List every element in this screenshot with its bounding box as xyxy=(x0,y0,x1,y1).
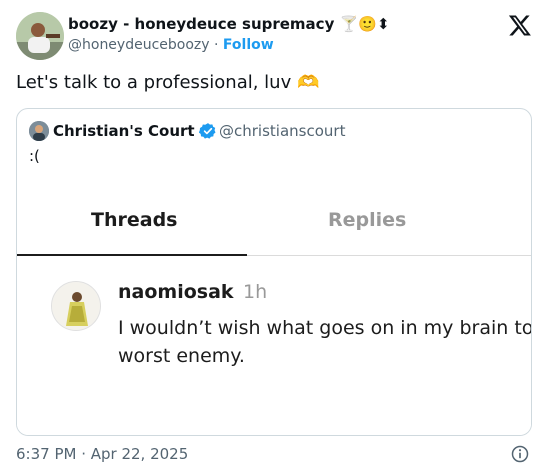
quoted-author-name[interactable]: Christian's Court xyxy=(53,122,195,140)
x-logo-icon[interactable] xyxy=(508,13,532,37)
quoted-author-handle[interactable]: @christianscourt xyxy=(219,122,345,140)
threads-tab-bar: Threads Replies xyxy=(17,171,531,257)
info-icon[interactable] xyxy=(510,444,530,464)
thread-username: naomiosak xyxy=(118,281,234,303)
thread-body: I wouldn’t wish what goes on in my brain… xyxy=(118,317,532,367)
follow-button[interactable]: Follow xyxy=(223,37,274,53)
quoted-media-screenshot[interactable]: Threads Replies naomiosak 1h I wouldn’t … xyxy=(17,171,532,435)
quoted-author-avatar[interactable] xyxy=(29,121,49,141)
active-tab-underline xyxy=(17,254,247,256)
thread-user-avatar xyxy=(51,281,101,331)
tab-threads: Threads xyxy=(91,209,178,231)
author-name-emojis: 🍸🙂⬍ xyxy=(339,15,390,33)
tweet-card: boozy - honeydeuce supremacy 🍸🙂⬍ @honeyd… xyxy=(0,0,548,473)
tab-replies: Replies xyxy=(328,209,407,231)
tweet-text: Let's talk to a professional, luv 🫶 xyxy=(16,72,320,93)
author-avatar[interactable] xyxy=(16,12,64,60)
quoted-text: :( xyxy=(29,147,40,165)
author-display-name[interactable]: boozy - honeydeuce supremacy xyxy=(68,15,334,33)
author-handle-line: @honeydeuceboozy · Follow xyxy=(68,37,274,53)
tab-divider xyxy=(247,255,531,256)
author-name-line[interactable]: boozy - honeydeuce supremacy 🍸🙂⬍ xyxy=(68,15,390,33)
verified-badge-icon xyxy=(199,123,216,139)
handle-separator: · xyxy=(209,37,223,53)
thread-time: 1h xyxy=(243,281,268,303)
quoted-tweet[interactable]: Christian's Court @christianscourt :( Th… xyxy=(16,108,532,436)
author-handle[interactable]: @honeydeuceboozy xyxy=(68,37,210,53)
tweet-timestamp[interactable]: 6:37 PM · Apr 22, 2025 xyxy=(16,445,188,463)
